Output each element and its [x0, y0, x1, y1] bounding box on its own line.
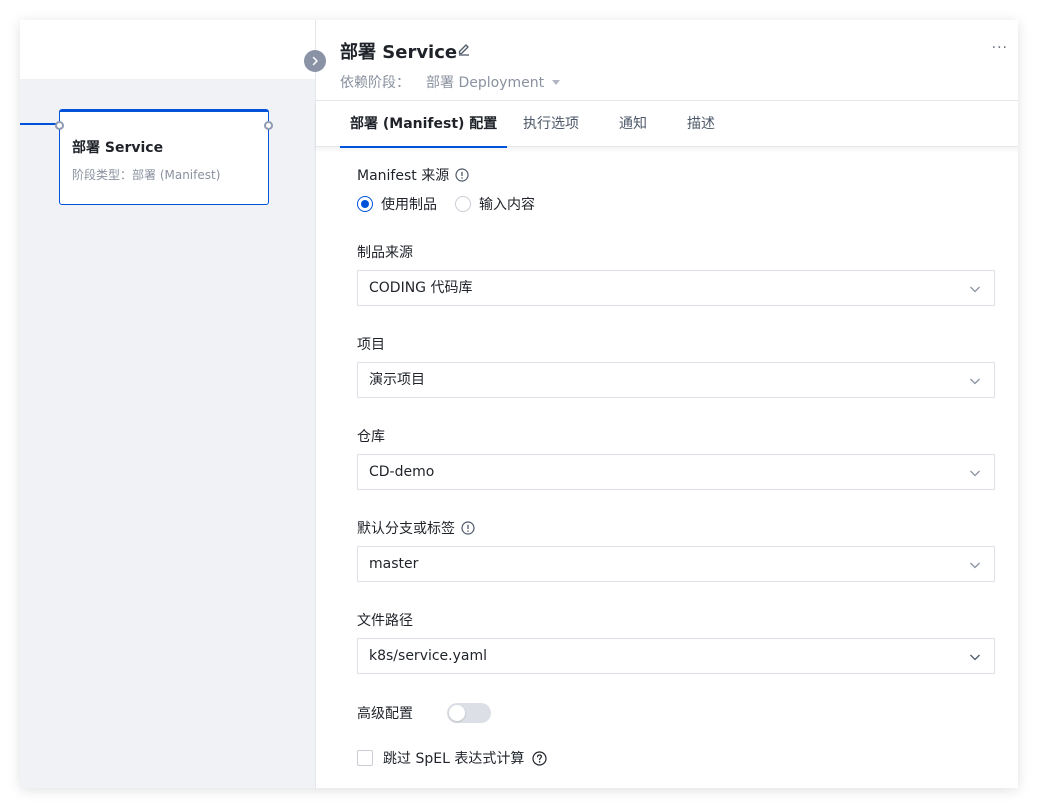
artifact-source-select[interactable]: CODING 代码库: [357, 270, 995, 306]
project-label: 项目: [357, 337, 385, 353]
stage-card-deploy-service[interactable]: 部署 Service 阶段类型：部署 (Manifest): [55, 109, 273, 205]
repository-select[interactable]: CD-demo: [357, 454, 995, 490]
stage-config-panel: 部署 Service ··· 依赖阶段： 部署 Deployment 部署 (M…: [315, 20, 1018, 788]
skip-spel-checkbox[interactable]: [357, 750, 373, 766]
file-path-label: 文件路径: [357, 613, 413, 629]
default-branch-select[interactable]: master: [357, 546, 995, 582]
chevron-right-icon: [312, 56, 318, 66]
radio-input-content[interactable]: 输入内容: [455, 194, 535, 214]
tab-manifest-config[interactable]: 部署 (Manifest) 配置: [339, 101, 508, 148]
manifest-source-label: Manifest 来源: [357, 165, 469, 185]
advanced-config-label: 高级配置: [357, 706, 413, 722]
tab-execution-options[interactable]: 执行选项: [523, 101, 579, 147]
edit-icon[interactable]: [457, 42, 471, 56]
radio-circle[interactable]: [455, 196, 471, 212]
dependency-select[interactable]: 部署 Deployment: [426, 72, 544, 92]
stage-input-port[interactable]: [55, 121, 64, 130]
advanced-config-toggle[interactable]: [447, 703, 491, 723]
tab-description[interactable]: 描述: [687, 101, 715, 147]
tab-notifications[interactable]: 通知: [619, 101, 647, 147]
file-path-select[interactable]: k8s/service.yaml: [357, 638, 995, 674]
stage-output-port[interactable]: [264, 121, 273, 130]
artifact-source-label: 制品来源: [357, 245, 413, 261]
tab-bar: 部署 (Manifest) 配置 执行选项 通知 描述: [316, 100, 1018, 148]
stage-card-type: 阶段类型：部署 (Manifest): [72, 168, 221, 182]
project-select[interactable]: 演示项目: [357, 362, 995, 398]
skip-spel-row: 跳过 SpEL 表达式计算: [357, 748, 547, 768]
chevron-down-icon: [970, 470, 980, 477]
help-icon[interactable]: [532, 750, 547, 766]
canvas-toolbar-area: [20, 20, 315, 79]
radio-use-artifact[interactable]: 使用制品: [357, 194, 437, 214]
skip-spel-label: 跳过 SpEL 表达式计算: [383, 751, 525, 767]
more-options-icon[interactable]: ···: [992, 40, 1008, 56]
dependency-row: 依赖阶段： 部署 Deployment: [340, 72, 561, 92]
stage-connector-line: [20, 123, 60, 125]
dependency-label: 依赖阶段：: [340, 75, 410, 91]
panel-title: 部署 Service: [340, 42, 458, 63]
chevron-down-icon: [970, 378, 980, 385]
info-icon[interactable]: [461, 521, 475, 535]
chevron-down-icon: [970, 562, 980, 569]
app-frame: 部署 Service 阶段类型：部署 (Manifest) 部署 Service…: [20, 20, 1018, 788]
chevron-down-icon: [970, 286, 980, 293]
repository-label: 仓库: [357, 429, 385, 445]
chevron-down-icon: [970, 654, 980, 661]
collapse-panel-button[interactable]: [304, 50, 326, 72]
radio-circle[interactable]: [357, 196, 373, 212]
stage-card-title: 部署 Service: [72, 140, 164, 156]
manifest-source-radio-group: 使用制品 输入内容: [357, 194, 553, 214]
info-icon[interactable]: [455, 168, 469, 182]
default-branch-label: 默认分支或标签: [357, 518, 475, 538]
caret-down-icon[interactable]: [552, 79, 561, 85]
